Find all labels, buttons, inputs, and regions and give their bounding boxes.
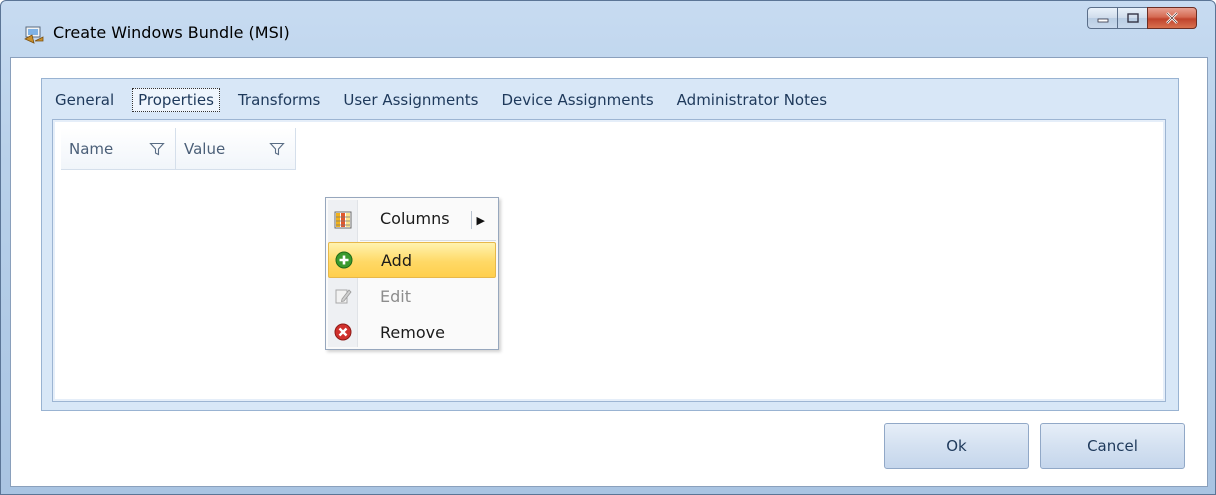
menu-item-add[interactable]: Add: [328, 242, 496, 278]
column-header-label: Name: [69, 139, 114, 158]
filter-icon[interactable]: [269, 141, 285, 157]
menu-item-edit[interactable]: Edit: [328, 278, 496, 314]
menu-item-columns[interactable]: Columns ▶: [328, 201, 496, 239]
submenu-arrow-icon: ▶: [471, 211, 485, 229]
menu-item-label: Edit: [380, 286, 411, 306]
title-bar[interactable]: Create Windows Bundle (MSI): [1, 1, 1215, 57]
bundle-installer-icon: [24, 26, 44, 44]
tab-transforms[interactable]: Transforms: [233, 89, 325, 111]
remove-icon: [334, 323, 352, 341]
add-icon: [335, 251, 353, 269]
tab-user-assignments[interactable]: User Assignments: [338, 89, 483, 111]
window-title: Create Windows Bundle (MSI): [53, 23, 290, 42]
properties-grid[interactable]: Name Value: [52, 119, 1166, 402]
tab-general[interactable]: General: [50, 89, 119, 111]
grid-header: Name Value: [61, 128, 296, 170]
menu-item-remove[interactable]: Remove: [328, 314, 496, 350]
maximize-button[interactable]: [1117, 7, 1147, 29]
edit-icon: [334, 287, 352, 305]
context-menu: Columns ▶ Add Edit Remove: [325, 197, 499, 350]
columns-icon: [334, 211, 352, 229]
tab-strip: General Properties Transforms User Assig…: [50, 85, 845, 115]
tab-administrator-notes[interactable]: Administrator Notes: [672, 89, 832, 111]
maximize-icon: [1126, 13, 1139, 23]
close-button[interactable]: [1147, 7, 1197, 29]
close-icon: [1166, 12, 1178, 24]
menu-item-label: Add: [381, 250, 412, 270]
menu-item-label: Columns: [380, 209, 450, 228]
menu-item-label: Remove: [380, 322, 445, 342]
minimize-icon: [1097, 18, 1108, 23]
window-controls: [1087, 7, 1197, 35]
filter-icon[interactable]: [149, 141, 165, 157]
dialog-client-area: General Properties Transforms User Assig…: [10, 57, 1208, 487]
column-header-name[interactable]: Name: [61, 128, 176, 170]
ok-button[interactable]: Ok: [884, 423, 1029, 469]
column-header-label: Value: [184, 139, 226, 158]
menu-separator: [360, 240, 496, 241]
tab-control: General Properties Transforms User Assig…: [41, 78, 1179, 411]
dialog-window: Create Windows Bundle (MSI) General Prop…: [0, 0, 1216, 495]
tab-device-assignments[interactable]: Device Assignments: [496, 89, 658, 111]
cancel-button[interactable]: Cancel: [1040, 423, 1185, 469]
column-header-value[interactable]: Value: [176, 128, 296, 170]
minimize-button[interactable]: [1087, 7, 1117, 29]
tab-properties[interactable]: Properties: [132, 88, 220, 112]
